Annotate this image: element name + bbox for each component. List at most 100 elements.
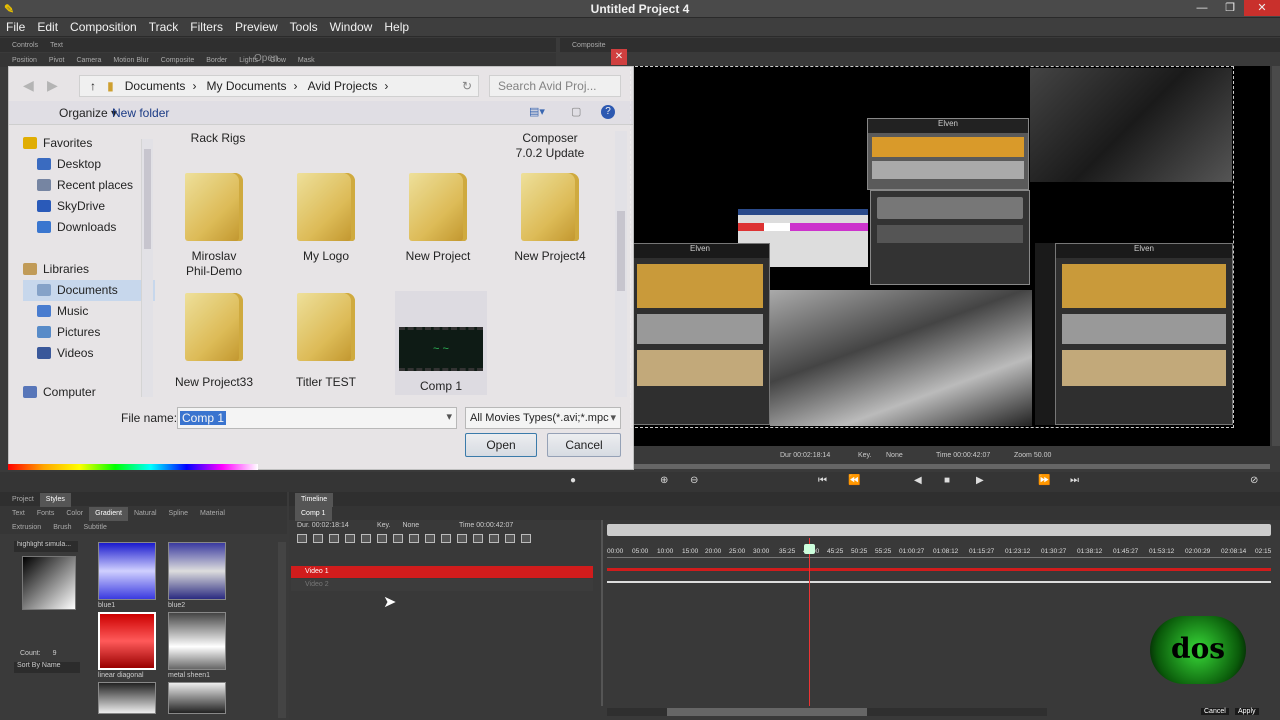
breadcrumb-my-documents[interactable]: My Documents — [207, 79, 287, 93]
clip-bar-video-1[interactable] — [607, 568, 1271, 571]
tool-icon[interactable] — [377, 534, 387, 543]
tab-project[interactable]: Project — [6, 493, 40, 507]
play-reverse-icon[interactable]: ◀ — [914, 472, 922, 490]
tool-icon[interactable] — [457, 534, 467, 543]
nav-skydrive[interactable]: SkyDrive — [23, 196, 155, 217]
swatch-blue1[interactable] — [98, 542, 156, 600]
tab-text[interactable]: Text — [44, 39, 69, 53]
swatch-metal-sheen1[interactable] — [168, 612, 226, 670]
folder-item[interactable]: Titler TEST — [271, 293, 381, 390]
tab-color[interactable]: Color — [60, 507, 89, 521]
tool-icon[interactable] — [393, 534, 403, 543]
tab-comp[interactable]: Comp 1 — [295, 507, 332, 521]
tab-timeline[interactable]: Timeline — [295, 493, 334, 507]
swatch-linear-diagonal[interactable] — [98, 612, 156, 670]
menu-track[interactable]: Track — [143, 18, 185, 37]
viewer-scrubber[interactable] — [630, 464, 1270, 469]
play-icon[interactable]: ▶ — [976, 472, 984, 490]
nav-pictures[interactable]: Pictures — [23, 322, 155, 343]
no-entry-icon[interactable]: ⊘ — [1250, 472, 1258, 490]
tool-icon[interactable] — [425, 534, 435, 543]
open-button[interactable]: Open — [465, 433, 537, 457]
tool-icon[interactable] — [521, 534, 531, 543]
tab-natural[interactable]: Natural — [128, 507, 163, 521]
selection-bounds[interactable] — [630, 66, 1234, 428]
cancel-button[interactable]: Cancel — [547, 433, 621, 457]
playhead-handle[interactable] — [804, 544, 815, 554]
view-options-icon[interactable]: ▤▾ — [529, 105, 545, 118]
menu-edit[interactable]: Edit — [31, 18, 64, 37]
files-scrollbar[interactable] — [615, 131, 627, 397]
nav-desktop[interactable]: Desktop — [23, 154, 155, 175]
apply-button-small[interactable]: Apply — [1235, 708, 1259, 715]
track-video-1[interactable]: Video 1 — [291, 566, 593, 578]
nav-favorites[interactable]: Favorites — [23, 133, 155, 154]
menu-help[interactable]: Help — [378, 18, 415, 37]
tab-controls[interactable]: Controls — [6, 39, 44, 53]
menu-preview[interactable]: Preview — [229, 18, 284, 37]
composite-viewer[interactable]: Elven Elven Elven — [630, 66, 1270, 446]
menu-filters[interactable]: Filters — [184, 18, 229, 37]
styles-scrollbar[interactable] — [278, 542, 286, 718]
track-video-2[interactable]: Video 2 — [291, 579, 593, 591]
nav-libraries[interactable]: Libraries — [23, 259, 155, 280]
tab-fonts[interactable]: Fonts — [31, 507, 61, 521]
menu-tools[interactable]: Tools — [284, 18, 324, 37]
organize-button[interactable]: Organize ▾ — [59, 106, 117, 120]
tool-icon[interactable] — [313, 534, 323, 543]
tab-subtitle[interactable]: Subtitle — [77, 521, 112, 535]
partial-label-rack-rigs[interactable]: Rack Rigs — [163, 131, 273, 146]
back-icon[interactable]: ◀ — [23, 77, 34, 94]
swatch-gradient[interactable] — [98, 682, 156, 714]
tool-icon[interactable] — [505, 534, 515, 543]
selected-style[interactable]: highlight simula... — [14, 541, 78, 552]
sort-select[interactable]: Sort By Name — [14, 662, 80, 673]
tab-spline[interactable]: Spline — [163, 507, 194, 521]
zoom-out-icon[interactable]: ⊖ — [690, 472, 698, 490]
tab-styles[interactable]: Styles — [39, 493, 71, 507]
search-input[interactable]: Search Avid Proj... — [489, 75, 621, 97]
swatch-gradient[interactable] — [168, 682, 226, 714]
refresh-icon[interactable]: ↻ — [462, 76, 472, 96]
tab-gradient[interactable]: Gradient — [89, 507, 128, 521]
timeline-range-bar[interactable] — [607, 524, 1271, 536]
file-item-selected[interactable]: ~ ~ Comp 1 — [395, 291, 487, 395]
timeline-ruler[interactable]: 00:00 05:00 10:00 15:00 20:00 25:00 30:0… — [607, 538, 1271, 558]
nav-recent-places[interactable]: Recent places — [23, 175, 155, 196]
nav-documents[interactable]: Documents — [23, 280, 155, 301]
stop-icon[interactable]: ■ — [944, 472, 950, 490]
chevron-down-icon[interactable]: ▾ — [446, 410, 452, 423]
go-to-start-icon[interactable]: ⏮ — [818, 472, 827, 490]
zoom-in-icon[interactable]: ⊕ — [660, 472, 668, 490]
breadcrumb-avid-projects[interactable]: Avid Projects — [308, 79, 378, 93]
filetype-select[interactable]: All Movies Types(*.avi;*.mpc ▾ — [465, 407, 621, 429]
color-spectrum-bar[interactable] — [8, 464, 258, 470]
folder-item[interactable]: Miroslav Phil-Demo — [159, 173, 269, 279]
tab-text-style[interactable]: Text — [6, 507, 31, 521]
clip-bar-video-2[interactable] — [607, 581, 1271, 583]
new-folder-button[interactable]: New folder — [112, 106, 169, 120]
tool-icon[interactable] — [345, 534, 355, 543]
playhead[interactable] — [809, 538, 810, 706]
tool-icon[interactable] — [297, 534, 307, 543]
folder-item[interactable]: New Project4 — [495, 173, 605, 264]
tool-icon[interactable] — [329, 534, 339, 543]
menu-composition[interactable]: Composition — [64, 18, 143, 37]
filename-input[interactable]: Comp 1 ▾ — [177, 407, 457, 429]
tool-icon[interactable] — [361, 534, 371, 543]
tab-material[interactable]: Material — [194, 507, 231, 521]
preview-pane-icon[interactable]: ▢ — [571, 105, 581, 118]
menu-file[interactable]: File — [0, 18, 31, 37]
tab-brush[interactable]: Brush — [47, 521, 77, 535]
viewer-scrollbar[interactable] — [1272, 66, 1280, 446]
forward-icon[interactable]: ▶ — [47, 77, 58, 94]
dialog-close-icon[interactable]: ✕ — [611, 49, 627, 65]
go-to-end-icon[interactable]: ⏭ — [1070, 472, 1079, 490]
record-dot-icon[interactable]: ● — [570, 472, 576, 490]
prev-frame-icon[interactable]: ⏪ — [848, 472, 860, 490]
nav-downloads[interactable]: Downloads — [23, 217, 155, 238]
minimize-icon[interactable]: — — [1188, 0, 1216, 16]
next-frame-icon[interactable]: ⏩ — [1038, 472, 1050, 490]
folder-item[interactable]: New Project — [383, 173, 493, 264]
partial-label-composer[interactable]: Composer 7.0.2 Update — [495, 131, 605, 161]
